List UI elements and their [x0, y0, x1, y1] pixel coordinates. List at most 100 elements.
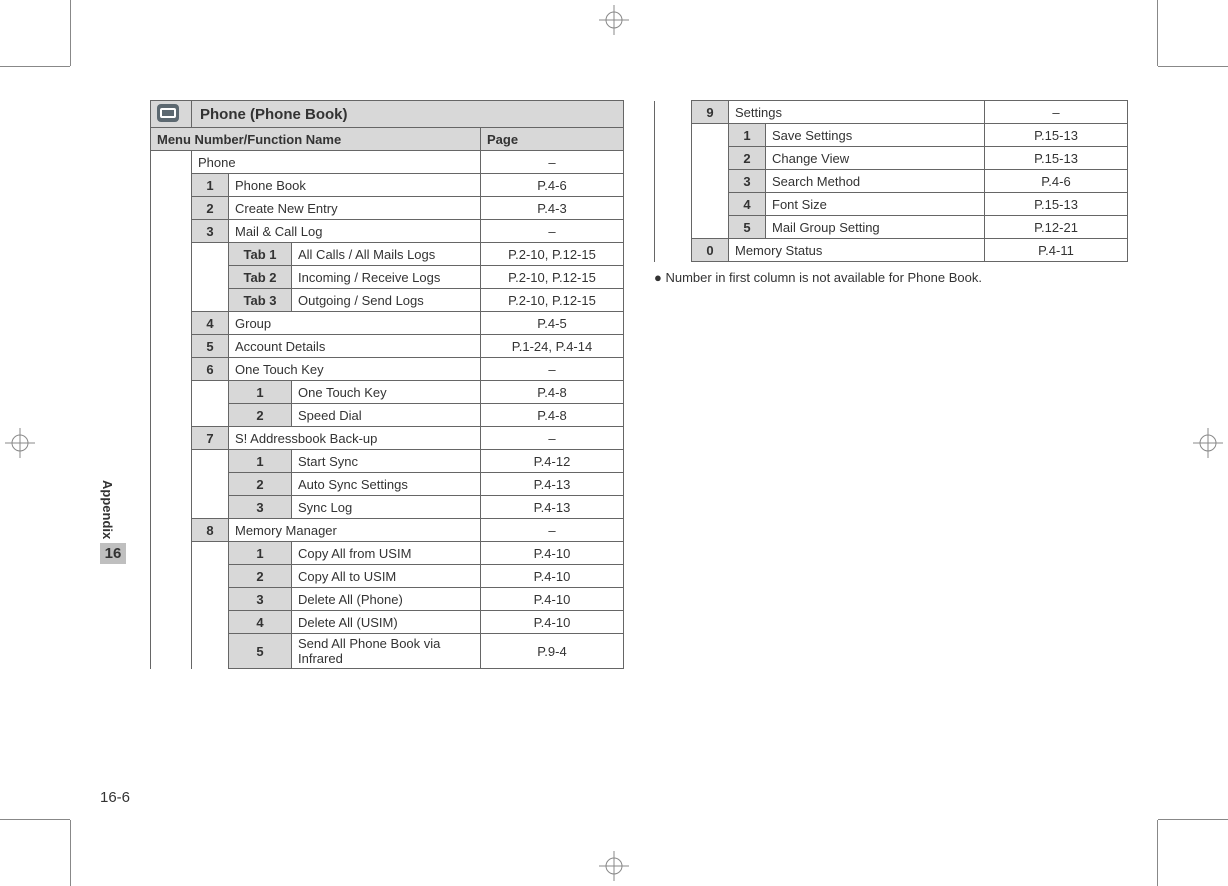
menu-number: 6: [192, 358, 229, 381]
crop-mark: [0, 819, 70, 820]
side-tab-chapter: 16: [100, 543, 126, 564]
menu-subnumber: 3: [229, 588, 292, 611]
page-ref: P.4-13: [481, 496, 624, 519]
menu-item-label: Create New Entry: [229, 197, 481, 220]
table-row: 1Phone BookP.4-6: [151, 174, 624, 197]
menu-item-label: Save Settings: [766, 124, 985, 147]
menu-number: 5: [192, 335, 229, 358]
menu-subnumber: 1: [229, 542, 292, 565]
table-row: Tab 1All Calls / All Mails LogsP.2-10, P…: [151, 243, 624, 266]
menu-item-label: Group: [229, 312, 481, 335]
page-ref: P.15-13: [985, 124, 1128, 147]
page-ref: P.4-12: [481, 450, 624, 473]
table-row: 2Change ViewP.15-13: [655, 147, 1128, 170]
menu-subnumber: 5: [229, 634, 292, 669]
table-row: 3Delete All (Phone)P.4-10: [151, 588, 624, 611]
menu-subnumber: 2: [729, 147, 766, 170]
footnote: Number in first column is not available …: [654, 270, 1128, 285]
page-ref: –: [481, 220, 624, 243]
table-row: 0Memory StatusP.4-11: [655, 239, 1128, 262]
menu-item-label: Copy All to USIM: [292, 565, 481, 588]
side-tab-label: Appendix: [100, 480, 115, 539]
page-ref: –: [481, 151, 624, 174]
table-row: 6One Touch Key–: [151, 358, 624, 381]
menu-item-label: Copy All from USIM: [292, 542, 481, 565]
menu-tab: Tab 2: [229, 266, 292, 289]
menu-item-label: Delete All (Phone): [292, 588, 481, 611]
crop-mark: [70, 0, 71, 66]
table-row: 2Speed DialP.4-8: [151, 404, 624, 427]
table-row: 1Save SettingsP.15-13: [655, 124, 1128, 147]
page-ref: –: [481, 519, 624, 542]
menu-number: 9: [692, 101, 729, 124]
table-row: 2Create New EntryP.4-3: [151, 197, 624, 220]
crop-mark: [1158, 819, 1228, 820]
registration-mark-icon: [599, 5, 629, 35]
page-ref: P.12-21: [985, 216, 1128, 239]
menu-item-label: One Touch Key: [292, 381, 481, 404]
menu-item-label: Auto Sync Settings: [292, 473, 481, 496]
menu-subnumber: 5: [729, 216, 766, 239]
menu-number: 7: [192, 427, 229, 450]
menu-number: 4: [192, 312, 229, 335]
page-ref: P.9-4: [481, 634, 624, 669]
menu-item-label: All Calls / All Mails Logs: [292, 243, 481, 266]
table-row: 1One Touch KeyP.4-8: [151, 381, 624, 404]
menu-item-label: Mail Group Setting: [766, 216, 985, 239]
menu-item-label: Start Sync: [292, 450, 481, 473]
page-ref: P.15-13: [985, 147, 1128, 170]
table-row: 3Mail & Call Log–: [151, 220, 624, 243]
page-ref: P.4-3: [481, 197, 624, 220]
menu-subnumber: 2: [229, 473, 292, 496]
page-number: 16-6: [100, 789, 130, 806]
page-ref: P.4-10: [481, 565, 624, 588]
table-row: 5Account DetailsP.1-24, P.4-14: [151, 335, 624, 358]
page-ref: P.15-13: [985, 193, 1128, 216]
menu-number: 1: [192, 174, 229, 197]
menu-item-label: Phone Book: [229, 174, 481, 197]
table-row: 5Mail Group SettingP.12-21: [655, 216, 1128, 239]
page-ref: P.2-10, P.12-15: [481, 243, 624, 266]
table-row: 2Auto Sync SettingsP.4-13: [151, 473, 624, 496]
crop-mark: [0, 66, 70, 67]
header-page: Page: [481, 128, 624, 151]
menu-number: 2: [192, 197, 229, 220]
page-ref: P.4-6: [985, 170, 1128, 193]
menu-item-label: Memory Manager: [229, 519, 481, 542]
menu-table-left: Phone (Phone Book) Menu Number/Function …: [150, 100, 624, 669]
menu-item-label: Phone: [192, 151, 481, 174]
menu-item-label: Settings: [729, 101, 985, 124]
table-row: 2Copy All to USIMP.4-10: [151, 565, 624, 588]
table-row: Tab 2Incoming / Receive LogsP.2-10, P.12…: [151, 266, 624, 289]
table-row: 8Memory Manager–: [151, 519, 624, 542]
table-row: Tab 3Outgoing / Send LogsP.2-10, P.12-15: [151, 289, 624, 312]
menu-number: 0: [692, 239, 729, 262]
page-ref: P.4-5: [481, 312, 624, 335]
page-ref: P.4-13: [481, 473, 624, 496]
section-title: Phone (Phone Book): [192, 101, 624, 128]
page-ref: P.4-11: [985, 239, 1128, 262]
phone-book-icon: [151, 101, 192, 128]
crop-mark: [1157, 820, 1158, 886]
menu-subnumber: 2: [229, 565, 292, 588]
page-ref: P.4-10: [481, 611, 624, 634]
menu-subnumber: 1: [229, 381, 292, 404]
page-ref: P.1-24, P.4-14: [481, 335, 624, 358]
crop-mark: [1157, 0, 1158, 66]
page-ref: –: [481, 358, 624, 381]
registration-mark-icon: [599, 851, 629, 881]
menu-item-label: Send All Phone Book via Infrared: [292, 634, 481, 669]
page-ref: P.2-10, P.12-15: [481, 289, 624, 312]
menu-item-label: Memory Status: [729, 239, 985, 262]
menu-subnumber: 3: [229, 496, 292, 519]
table-row: 4GroupP.4-5: [151, 312, 624, 335]
menu-item-label: Mail & Call Log: [229, 220, 481, 243]
page-ref: P.4-10: [481, 542, 624, 565]
menu-number: 8: [192, 519, 229, 542]
table-row: 1Copy All from USIMP.4-10: [151, 542, 624, 565]
menu-item-label: Font Size: [766, 193, 985, 216]
table-row: 5Send All Phone Book via InfraredP.9-4: [151, 634, 624, 669]
menu-number: 3: [192, 220, 229, 243]
table-row: 4Font SizeP.15-13: [655, 193, 1128, 216]
menu-subnumber: 3: [729, 170, 766, 193]
